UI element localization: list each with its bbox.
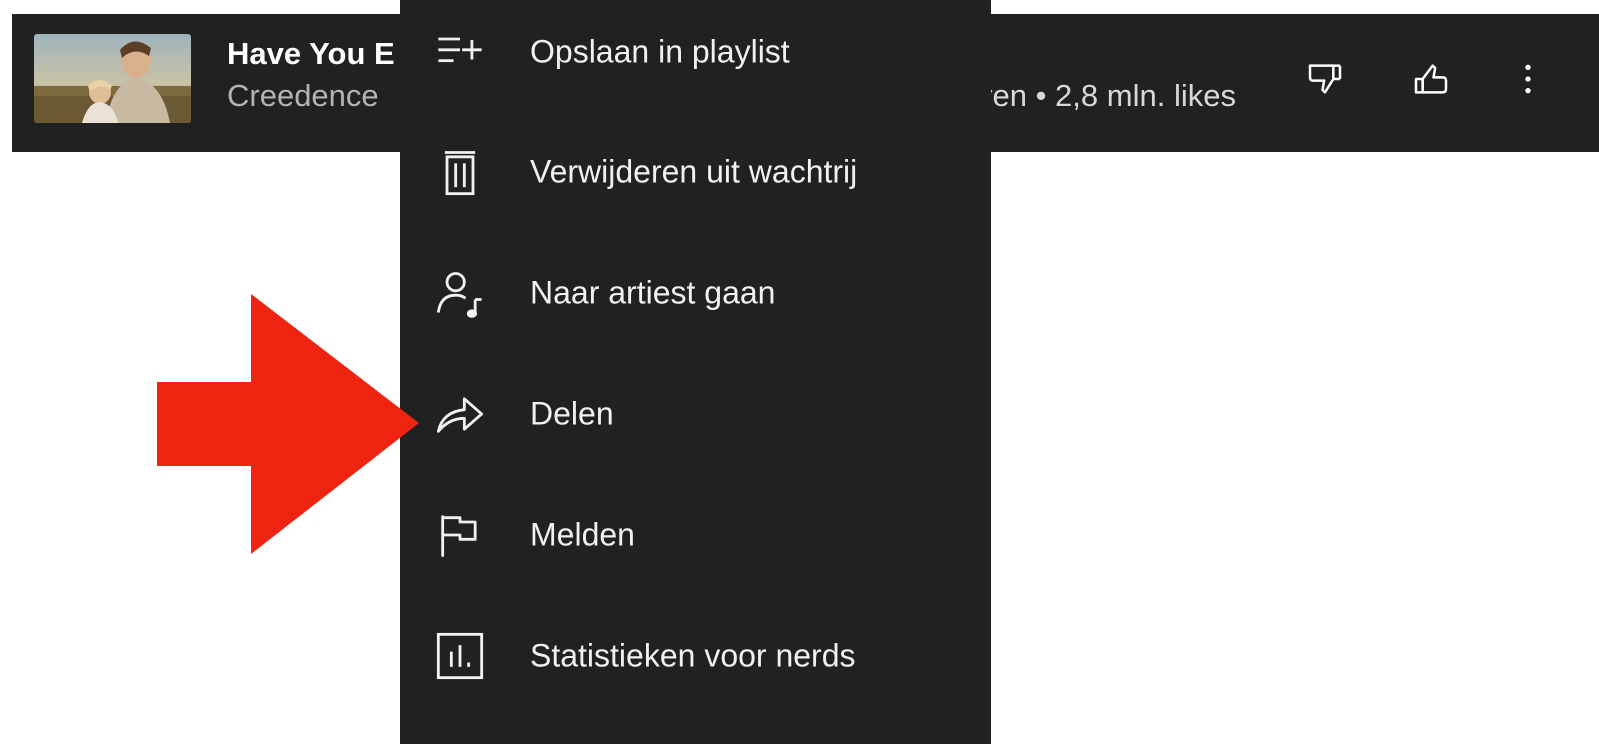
thumbs-up-icon[interactable] bbox=[1406, 54, 1456, 104]
menu-item-stats-for-nerds[interactable]: Statistieken voor nerds bbox=[400, 596, 991, 716]
menu-item-label: Opslaan in playlist bbox=[530, 33, 790, 70]
album-thumbnail[interactable] bbox=[34, 34, 191, 123]
menu-item-save-to-playlist[interactable]: Opslaan in playlist bbox=[400, 0, 991, 112]
context-menu: Opslaan in playlist Verwijderen uit wach… bbox=[400, 0, 991, 744]
artist-icon bbox=[432, 265, 488, 321]
menu-item-label: Delen bbox=[530, 395, 614, 432]
thumbs-down-icon[interactable] bbox=[1300, 54, 1350, 104]
stats-icon bbox=[432, 628, 488, 684]
menu-item-label: Melden bbox=[530, 516, 635, 553]
track-title[interactable]: Have You E bbox=[227, 36, 395, 72]
menu-item-remove-from-queue[interactable]: Verwijderen uit wachtrij bbox=[400, 112, 991, 232]
playlist-add-icon bbox=[432, 24, 488, 80]
menu-item-label: Statistieken voor nerds bbox=[530, 637, 856, 674]
menu-item-report[interactable]: Melden bbox=[400, 475, 991, 595]
menu-item-share[interactable]: Delen bbox=[400, 354, 991, 474]
track-stats: ven • 2,8 mln. likes bbox=[977, 78, 1236, 113]
track-artist[interactable]: Creedence bbox=[227, 78, 379, 114]
trash-icon bbox=[432, 144, 488, 200]
flag-icon bbox=[432, 507, 488, 563]
red-arrow-icon bbox=[157, 294, 419, 554]
share-icon bbox=[432, 386, 488, 442]
more-vert-icon[interactable] bbox=[1503, 54, 1553, 104]
menu-item-go-to-artist[interactable]: Naar artiest gaan bbox=[400, 233, 991, 353]
menu-item-label: Verwijderen uit wachtrij bbox=[530, 153, 858, 190]
menu-item-label: Naar artiest gaan bbox=[530, 274, 776, 311]
